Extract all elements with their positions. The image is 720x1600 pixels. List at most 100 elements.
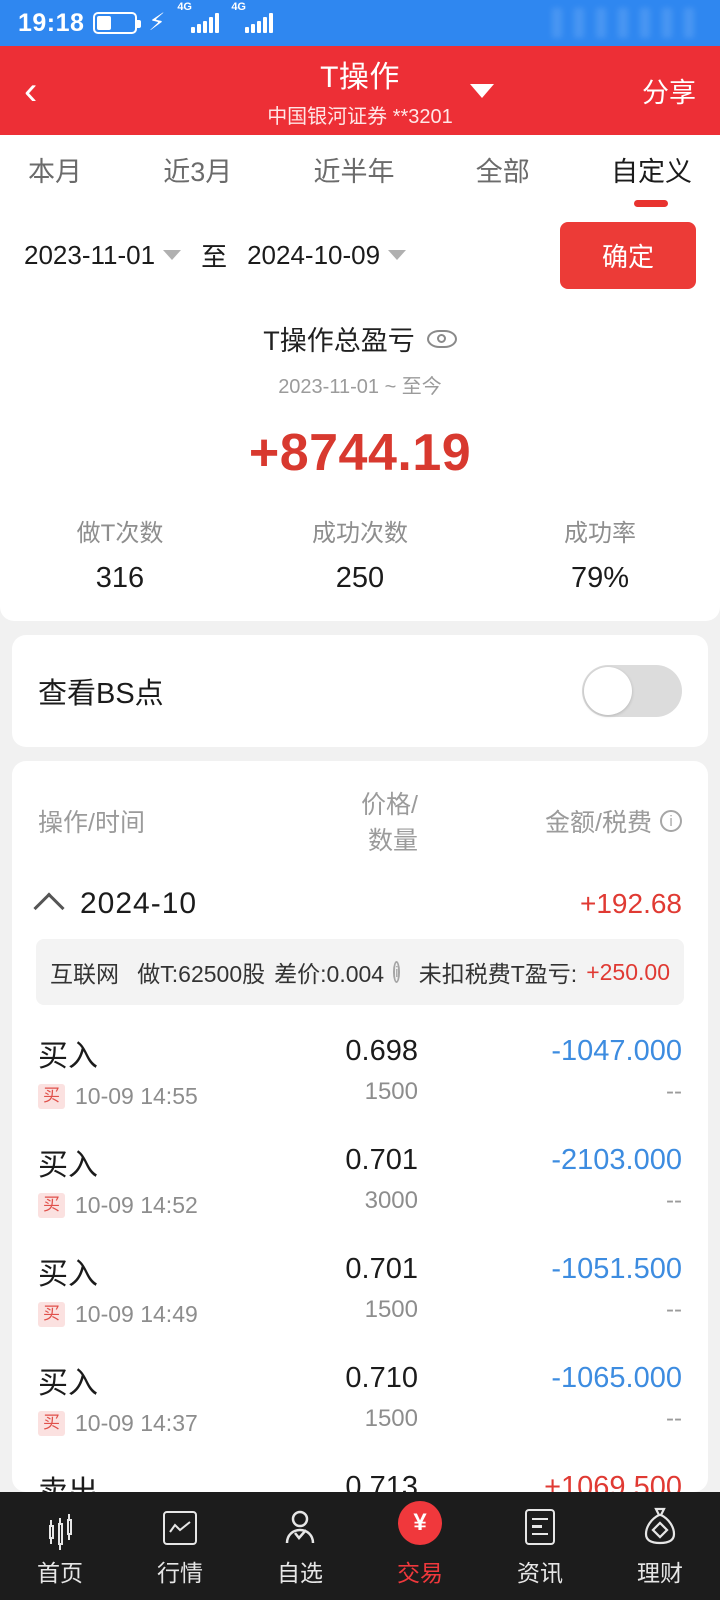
yen-circle-icon: ¥: [398, 1500, 442, 1545]
banner-channel: 互联网: [50, 961, 119, 987]
tab-custom[interactable]: 自定义: [611, 150, 692, 195]
tab-all[interactable]: 全部: [476, 150, 530, 195]
signal-group-2: 4G: [231, 1, 274, 33]
bs-point-toggle[interactable]: [582, 665, 682, 717]
account-subtitle: 中国银河证券 **3201: [267, 106, 453, 128]
trade-time: 10-09 14:55: [75, 1083, 198, 1109]
operation-time-row: 买 10-09 14:37: [38, 1410, 338, 1437]
row-price: 0.701 1500: [338, 1253, 452, 1324]
trade-price: 0.701: [345, 1144, 418, 1176]
nav-label-trade: 交易: [397, 1559, 443, 1586]
nav-item-quotes[interactable]: 行情: [120, 1505, 240, 1588]
row-price: 0.701 3000: [338, 1144, 452, 1215]
nav-item-watchlist[interactable]: 自选: [240, 1505, 360, 1588]
operation-time-row: 买 10-09 14:49: [38, 1301, 338, 1328]
end-date-value: 2024-10-09: [247, 239, 381, 270]
trade-quantity: 1500: [364, 1296, 418, 1323]
signal-group-1: 4G: [177, 1, 220, 33]
end-date-picker[interactable]: 2024-10-09: [247, 239, 407, 271]
table-header: 操作/时间 价格/数量 金额/税费 i: [12, 761, 708, 877]
nav-label-news: 资讯: [517, 1559, 563, 1586]
nav-item-news[interactable]: 资讯: [480, 1505, 600, 1588]
row-amount: -1047.000 --: [452, 1035, 682, 1106]
nav-label-watchlist: 自选: [277, 1559, 323, 1586]
confirm-button[interactable]: 确定: [559, 221, 696, 289]
operation-name: 卖出: [38, 1467, 338, 1492]
month-summary-banner: 互联网 做T:62500股 差价:0.004 i 未扣税费T盈亏: +250.0…: [36, 939, 684, 1005]
tab-half-year[interactable]: 近半年: [314, 150, 395, 195]
summary-title-row: T操作总盈亏: [0, 319, 720, 358]
status-watermark: [552, 8, 702, 38]
table-row[interactable]: 卖出 卖 10-09 14:37 0.713 -1500 +1069.500 -…: [12, 1451, 708, 1492]
table-row[interactable]: 买入 买 10-09 14:49 0.701 1500 -1051.500 --: [12, 1233, 708, 1342]
banner-spread: 差价:0.004: [274, 961, 385, 987]
summary-card: T操作总盈亏 2023-11-01 ~ 至今 +8744.19 做T次数 316…: [0, 301, 720, 621]
operation-name: 买入: [38, 1258, 98, 1291]
page-title: T操作: [320, 61, 400, 94]
stat-t-count: 做T次数 316: [0, 513, 240, 595]
operation-time-row: 买 10-09 14:52: [38, 1192, 338, 1219]
trade-quantity: 3000: [364, 1187, 418, 1214]
chevron-down-icon-start: [163, 250, 182, 260]
row-amount: -2103.000 --: [452, 1144, 682, 1215]
info-icon-banner[interactable]: i: [393, 961, 401, 983]
signal-bars-2: [245, 13, 274, 33]
table-row[interactable]: 买入 买 10-09 14:55 0.698 1500 -1047.000 --: [12, 1015, 708, 1124]
side-badge: 买: [38, 1193, 65, 1218]
row-amount: -1065.000 --: [452, 1362, 682, 1433]
share-button[interactable]: 分享: [642, 71, 696, 110]
nav-item-trade[interactable]: ¥ 交易: [360, 1500, 480, 1588]
month-label: 2024-10: [80, 887, 198, 920]
operation-time-row: 买 10-09 14:55: [38, 1083, 338, 1110]
stat-success-rate-value: 79%: [570, 562, 630, 594]
row-price: 0.698 1500: [338, 1035, 452, 1106]
nav-item-home[interactable]: 首页: [0, 1505, 120, 1588]
stat-success-rate: 成功率 79%: [480, 513, 720, 595]
bs-point-row[interactable]: 查看BS点: [12, 635, 708, 747]
side-badge: 买: [38, 1084, 65, 1109]
battery-icon: [93, 12, 142, 34]
trade-price: 0.698: [345, 1035, 418, 1067]
back-button[interactable]: ‹: [24, 71, 74, 111]
trade-fee: --: [666, 1187, 682, 1214]
col-amount-fee: 金额/税费 i: [452, 803, 682, 839]
person-check-icon: [283, 1505, 317, 1545]
summary-stats: 做T次数 316 成功次数 250 成功率 79%: [0, 513, 720, 595]
table-row[interactable]: 买入 买 10-09 14:37 0.710 1500 -1065.000 --: [12, 1342, 708, 1451]
candlestick-icon: [48, 1505, 72, 1545]
transactions-card: 操作/时间 价格/数量 金额/税费 i 2024-10 +192.68 互联网 …: [12, 761, 708, 1492]
col-operation-time: 操作/时间: [38, 809, 145, 837]
nav-label-finance: 理财: [637, 1559, 683, 1586]
trade-quantity: 1500: [364, 1078, 418, 1105]
row-price: 0.710 1500: [338, 1362, 452, 1433]
info-icon-header[interactable]: i: [660, 810, 682, 832]
banner-pnl-value: +250.00: [586, 958, 670, 985]
trend-chart-icon: [163, 1505, 197, 1545]
eye-icon[interactable]: [426, 329, 457, 348]
bottom-navigation: 首页 行情 自选 ¥ 交易 资讯 理财: [0, 1492, 720, 1600]
table-row[interactable]: 买入 买 10-09 14:52 0.701 3000 -2103.000 --: [12, 1124, 708, 1233]
operation-name: 买入: [38, 1149, 98, 1182]
tab-this-month[interactable]: 本月: [28, 150, 82, 195]
row-operation: 买入 买 10-09 14:52: [38, 1140, 338, 1219]
row-operation: 买入 买 10-09 14:49: [38, 1249, 338, 1328]
row-operation: 买入 买 10-09 14:55: [38, 1031, 338, 1110]
total-pnl-value: +8744.19: [248, 424, 472, 482]
chevron-down-icon-end: [388, 250, 407, 260]
stat-t-count-value: 316: [95, 562, 145, 594]
trade-price: 0.710: [345, 1362, 418, 1394]
caret-down-icon[interactable]: [470, 84, 494, 98]
summary-title: T操作总盈亏: [263, 326, 415, 356]
month-pnl: +192.68: [580, 888, 682, 919]
tab-3-months[interactable]: 近3月: [163, 150, 232, 195]
trade-amount: +1069.500: [544, 1471, 682, 1492]
chevron-up-icon[interactable]: [33, 892, 65, 924]
start-date-picker[interactable]: 2023-11-01: [24, 240, 182, 271]
status-bar: 19:18 ⚡ 4G 4G: [0, 0, 720, 46]
month-group-header[interactable]: 2024-10 +192.68: [12, 877, 708, 937]
trade-price: 0.701: [345, 1253, 418, 1285]
nav-item-finance[interactable]: 理财: [600, 1505, 720, 1588]
app-root: 19:18 ⚡ 4G 4G ‹ T操作 中国银河证券 **3201 分享 本月 …: [0, 0, 720, 1600]
banner-volume: 做T:62500股: [137, 961, 266, 987]
trade-fee: --: [666, 1405, 682, 1432]
